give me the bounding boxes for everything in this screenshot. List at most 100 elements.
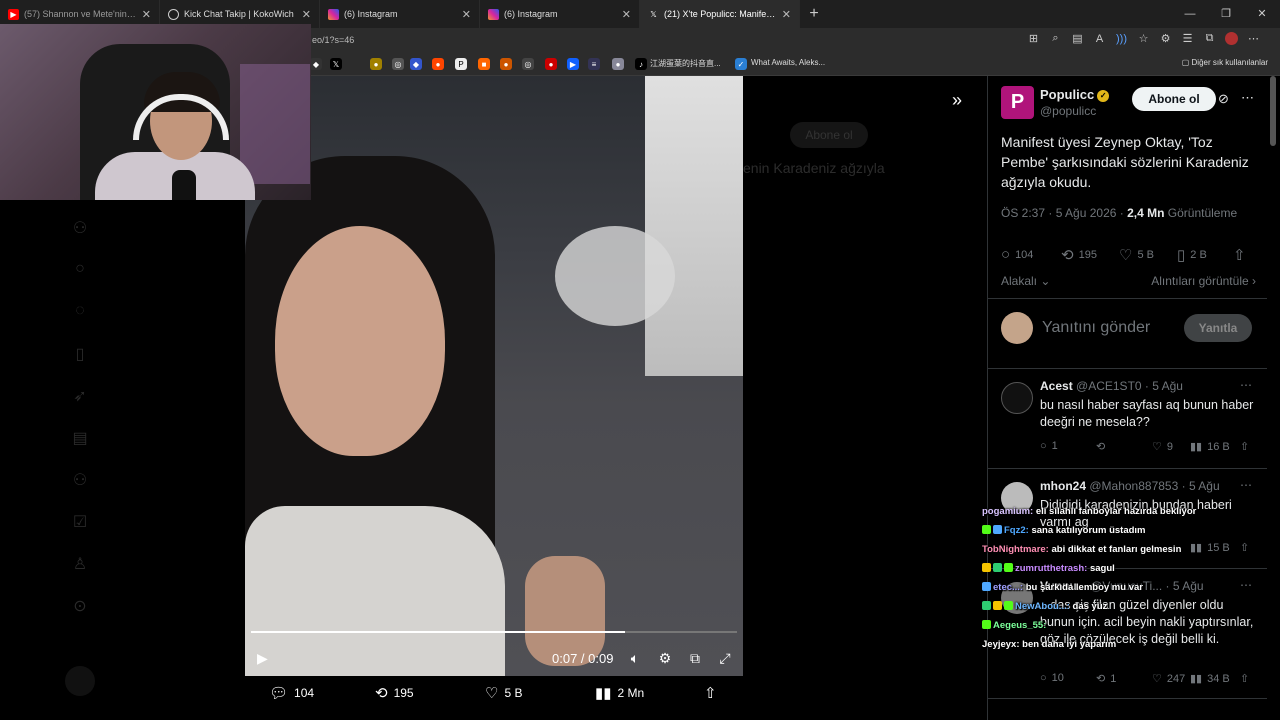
more-options-icon[interactable]: ⊙: [70, 596, 90, 616]
bookmark-icon[interactable]: ■: [478, 58, 490, 70]
bookmark-icon[interactable]: ▶: [567, 58, 579, 70]
like-action[interactable]: ♡ 5 B: [485, 684, 522, 702]
views-action[interactable]: ▮▮ 2 Mn: [595, 684, 644, 702]
zoom-icon[interactable]: ⌕: [1049, 32, 1062, 45]
collections-icon[interactable]: ⧉: [1203, 32, 1216, 45]
panel-scrollbar[interactable]: [1270, 76, 1276, 146]
like-stat[interactable]: ♡ 5 B: [1119, 246, 1154, 264]
repost-stat[interactable]: ⟲ 1: [1096, 672, 1116, 686]
tiktok-icon[interactable]: ♪: [635, 58, 647, 70]
close-tab-icon[interactable]: ✕: [462, 8, 471, 21]
more-icon[interactable]: ⋯: [1247, 32, 1260, 45]
url-field[interactable]: eo/1?s=46: [312, 28, 354, 52]
bookmark-icon[interactable]: ◎: [392, 58, 404, 70]
browser-tab-active[interactable]: 𝕏(21) X'te Populicc: Manifest üyesi✕: [640, 0, 800, 28]
new-tab-button[interactable]: +: [800, 5, 828, 23]
collapse-chevron-icon[interactable]: »: [952, 90, 962, 111]
extensions-icon[interactable]: ⚙: [1159, 32, 1172, 45]
fullscreen-icon[interactable]: ⤢: [716, 650, 734, 667]
subscribe-button[interactable]: Abone ol: [1132, 87, 1216, 111]
reply-avatar[interactable]: [1001, 382, 1033, 414]
volume-icon[interactable]: 🔈︎: [626, 650, 644, 667]
repost-stat[interactable]: ⟲ 195: [1061, 246, 1097, 264]
reply-action[interactable]: 💬︎ 104: [269, 684, 314, 702]
repost-stat[interactable]: ⟲: [1096, 440, 1110, 453]
like-stat[interactable]: ♡ 9: [1152, 440, 1173, 454]
settings-icon[interactable]: ⚙: [656, 650, 674, 667]
author-avatar[interactable]: P: [1001, 86, 1034, 119]
bookmark-icon[interactable]: ●: [432, 58, 444, 70]
view-quotes-link[interactable]: Alıntıları görüntüle ›: [1151, 274, 1256, 288]
share-icon[interactable]: ⇧: [1240, 440, 1249, 453]
reply-author[interactable]: mhon24 @Mahon887853 · 5 Ağu: [1040, 479, 1220, 493]
grok-icon[interactable]: ⊘: [1218, 91, 1229, 107]
restore-icon[interactable]: ❐: [1208, 0, 1244, 28]
views-stat[interactable]: ▮▮ 15 B: [1190, 541, 1230, 555]
bookmark-icon[interactable]: ◆: [410, 58, 422, 70]
share-icon[interactable]: ⇧: [1240, 541, 1249, 554]
browser-tab[interactable]: (6) Instagram ✕: [480, 0, 640, 28]
reply-stat[interactable]: ○ 10: [1040, 672, 1064, 684]
lists-icon[interactable]: ▤: [70, 428, 90, 448]
close-tab-icon[interactable]: ✕: [142, 8, 151, 21]
x-bookmark-icon[interactable]: 𝕏: [330, 58, 342, 70]
messages-icon[interactable]: ○: [70, 260, 90, 280]
apps-icon[interactable]: ⊞: [1027, 32, 1040, 45]
other-favorites[interactable]: ▢ Diğer sık kullanılanlar: [1182, 58, 1268, 67]
bookmark-icon[interactable]: ●: [545, 58, 557, 70]
premium-icon[interactable]: ☑: [70, 512, 90, 532]
share-stat[interactable]: ⇧: [1233, 246, 1246, 264]
close-tab-icon[interactable]: ✕: [782, 8, 791, 21]
favorites-icon[interactable]: ☰: [1181, 32, 1194, 45]
profile-add-icon[interactable]: ⚇: [70, 218, 90, 238]
bookmark-icon[interactable]: ◎: [522, 58, 534, 70]
video-progress-bar[interactable]: [251, 631, 737, 633]
browser-tab[interactable]: (6) Instagram ✕: [320, 0, 480, 28]
communities-icon[interactable]: ⚇: [70, 470, 90, 490]
author-name[interactable]: Populicc ✓: [1040, 87, 1110, 102]
reply-author[interactable]: Acest @ACE1ST0 · 5 Ağu: [1040, 379, 1183, 393]
more-icon[interactable]: ⋯: [1240, 478, 1252, 492]
favorite-star-icon[interactable]: ☆: [1137, 32, 1150, 45]
more-icon[interactable]: ⋯: [1240, 378, 1252, 392]
reply-stat[interactable]: ○ 1: [1040, 440, 1058, 452]
reply-stat[interactable]: ○ 104: [1001, 246, 1033, 263]
play-icon[interactable]: ▶: [257, 650, 268, 667]
translate-icon[interactable]: A: [1093, 32, 1106, 45]
views-stat[interactable]: ▮▮ 16 B: [1190, 440, 1230, 454]
repost-action[interactable]: ⟲ 195: [375, 684, 414, 702]
reply-input[interactable]: Yanıtını gönder: [1042, 319, 1150, 337]
bookmarks-icon[interactable]: ▯: [70, 344, 90, 364]
bookmark-stat[interactable]: ▯ 2 B: [1177, 246, 1207, 264]
bookmark-icon[interactable]: ◆: [310, 58, 322, 70]
minimize-icon[interactable]: —: [1172, 0, 1208, 28]
bookmark-icon[interactable]: ●: [500, 58, 512, 70]
reply-item[interactable]: Acest @ACE1ST0 · 5 Ağu ⋯ bu nasıl haber …: [988, 374, 1267, 468]
share-icon[interactable]: ⇧: [1240, 672, 1249, 685]
pip-icon[interactable]: ⧉: [686, 650, 704, 667]
related-dropdown[interactable]: Alakalı ⌄: [1001, 274, 1050, 288]
bookmark-icon[interactable]: ≡: [588, 58, 600, 70]
bookmark-link[interactable]: What Awaits, Aleks...: [751, 58, 825, 67]
bookmark-icon[interactable]: P: [455, 58, 467, 70]
bookmark-icon[interactable]: ✓: [735, 58, 747, 70]
close-window-icon[interactable]: ✕: [1244, 0, 1280, 28]
like-stat[interactable]: ♡ 247: [1152, 672, 1185, 686]
profile-icon[interactable]: ♙: [70, 554, 90, 574]
video-player[interactable]: [245, 76, 743, 676]
close-tab-icon[interactable]: ✕: [622, 8, 631, 21]
grok-icon[interactable]: ◌: [70, 302, 90, 322]
reader-icon[interactable]: ▤: [1071, 32, 1084, 45]
profile-avatar[interactable]: [1225, 32, 1238, 45]
bookmark-link[interactable]: 江湖蛋葉的抖音直...: [650, 58, 721, 69]
more-icon[interactable]: ⋯: [1240, 578, 1252, 592]
views-stat[interactable]: ▮▮ 34 B: [1190, 672, 1230, 686]
more-icon[interactable]: ⋯: [1241, 90, 1254, 106]
read-aloud-icon[interactable]: ))): [1115, 32, 1128, 45]
reply-button[interactable]: Yanıtla: [1184, 314, 1252, 342]
bookmark-icon[interactable]: ●: [370, 58, 382, 70]
close-tab-icon[interactable]: ✕: [302, 8, 311, 21]
author-handle[interactable]: @populicc: [1040, 104, 1096, 118]
share-action[interactable]: ⇧: [704, 684, 717, 702]
bookmark-icon[interactable]: ●: [612, 58, 624, 70]
